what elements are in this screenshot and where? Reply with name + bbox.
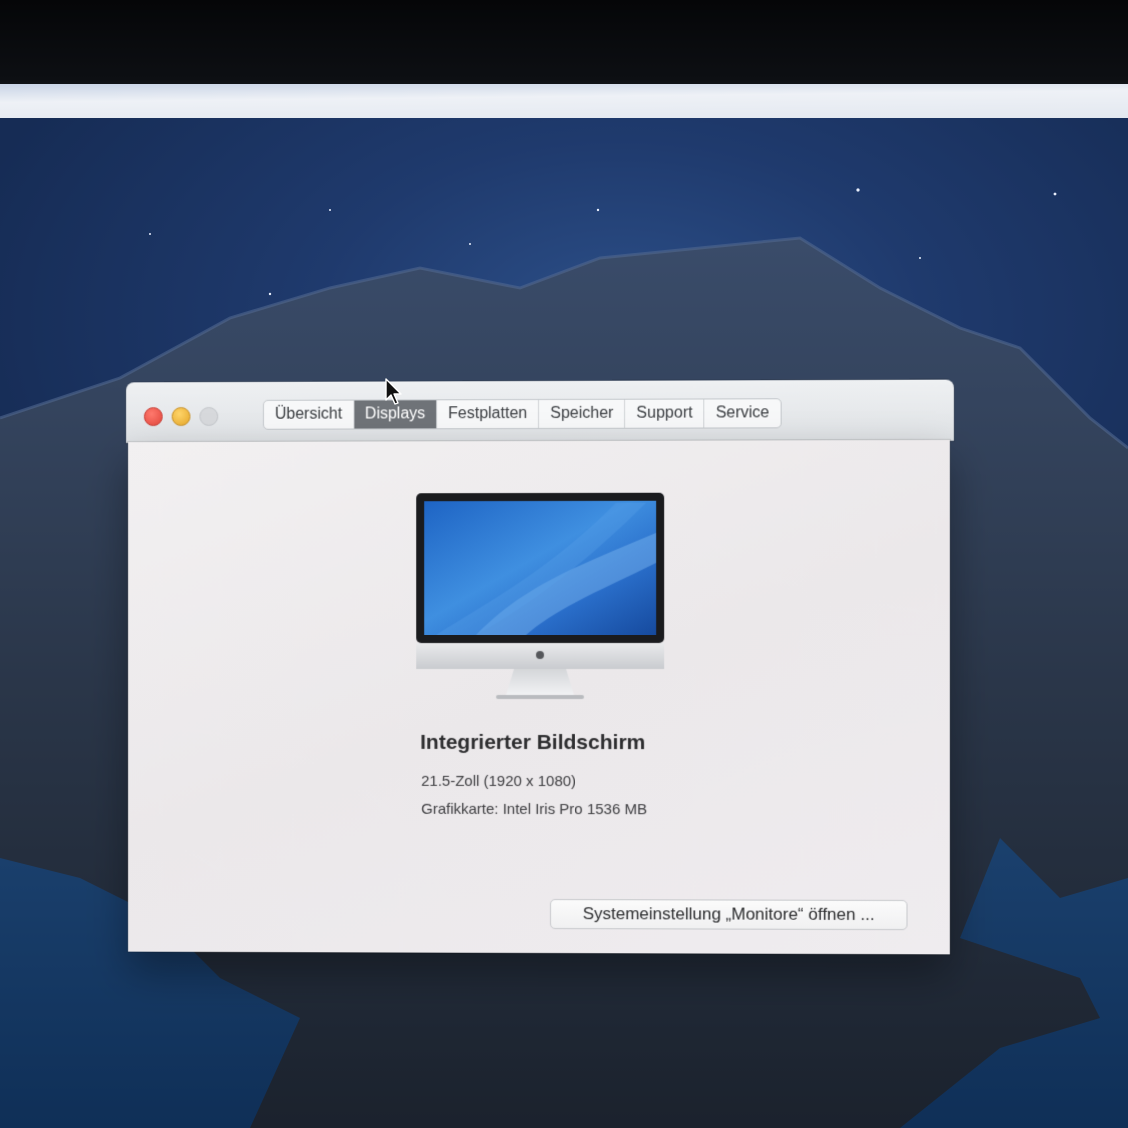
tab-bar: Übersicht Displays Festplatten Speicher … [262,398,782,430]
tab-uebersicht[interactable]: Übersicht [264,401,353,429]
cursor-icon [385,378,402,405]
display-title: Integrierter Bildschirm [420,730,646,755]
window-content: Integrierter Bildschirm 21.5-Zoll (1920 … [128,439,950,955]
close-button[interactable] [143,407,163,427]
tab-speicher[interactable]: Speicher [538,399,625,428]
open-monitors-preferences-button[interactable]: Systemeinstellung „Monitore“ öffnen ... [549,899,908,931]
photo-frame: Übersicht Displays Festplatten Speicher … [0,0,1128,1128]
zoom-button[interactable] [199,406,219,426]
display-graphics: Grafikkarte: Intel Iris Pro 1536 MB [421,800,648,819]
tab-festplatten[interactable]: Festplatten [436,399,539,429]
about-this-mac-window: Übersicht Displays Festplatten Speicher … [126,379,954,957]
display-size: 21.5-Zoll (1920 x 1080) [421,772,577,791]
tab-support[interactable]: Support [624,399,704,428]
window-titlebar: Übersicht Displays Festplatten Speicher … [126,379,954,444]
imac-icon [416,492,664,700]
tab-service[interactable]: Service [703,399,781,428]
minimize-button[interactable] [171,407,191,427]
